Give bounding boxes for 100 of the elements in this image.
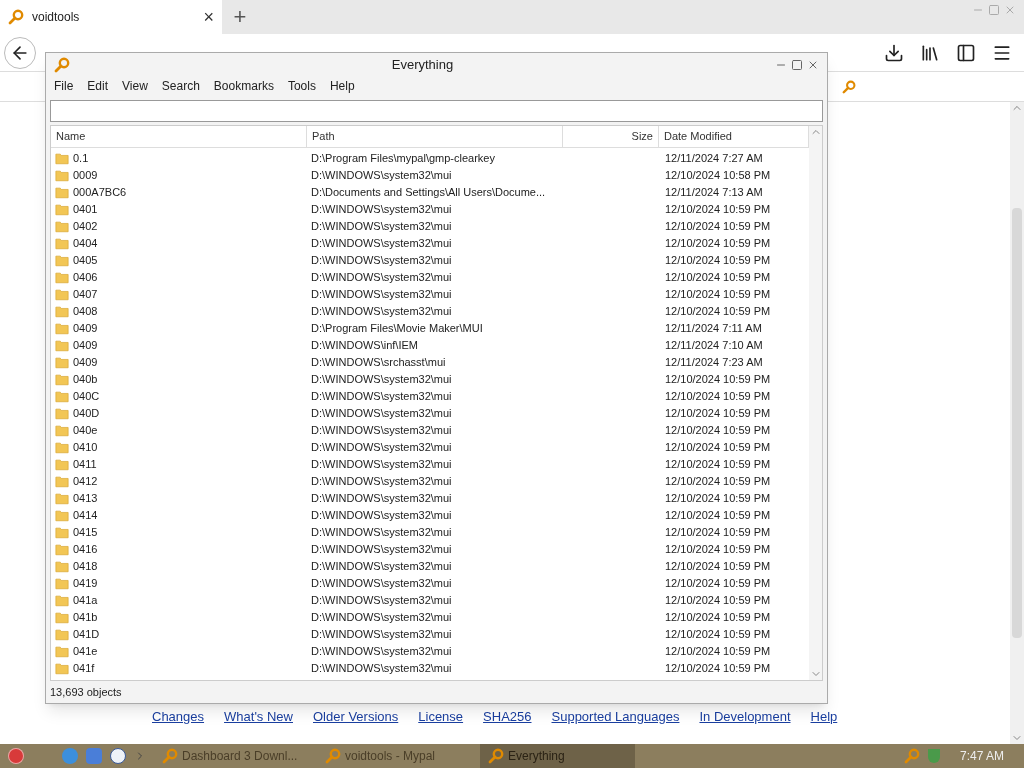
folder-icon <box>55 322 69 335</box>
folder-icon <box>55 152 69 165</box>
file-path: D:\WINDOWS\system32\mui <box>311 407 452 420</box>
file-path: D:\WINDOWS\system32\mui <box>311 526 452 539</box>
folder-icon <box>55 254 69 267</box>
date-modified: 12/10/2024 10:59 PM <box>665 203 771 216</box>
date-modified: 12/10/2024 10:59 PM <box>665 543 771 556</box>
file-path: D:\WINDOWS\system32\mui <box>311 560 452 573</box>
file-name: 0412 <box>73 474 98 490</box>
folder-icon <box>55 237 69 250</box>
date-modified: 12/10/2024 10:59 PM <box>665 373 771 386</box>
folder-icon <box>55 662 69 675</box>
footer-link[interactable]: What's New <box>224 706 293 726</box>
file-path: D:\Program Files\Movie Maker\MUI <box>311 322 483 335</box>
file-name: 0.1 <box>73 151 89 167</box>
restore-icon[interactable] <box>988 4 1000 16</box>
date-modified: 12/10/2024 10:59 PM <box>665 645 771 658</box>
footer-link[interactable]: Changes <box>152 706 205 726</box>
column-header[interactable]: Path <box>307 126 563 147</box>
folder-icon <box>55 475 69 488</box>
folder-icon <box>55 220 69 233</box>
file-path: D:\WINDOWS\system32\mui <box>311 373 452 386</box>
date-modified: 12/10/2024 10:59 PM <box>665 509 771 522</box>
file-path: D:\WINDOWS\system32\mui <box>311 611 452 624</box>
folder-icon <box>55 441 69 454</box>
list-scrollbar[interactable] <box>809 126 822 680</box>
maximize-icon[interactable] <box>791 59 803 71</box>
file-path: D:\WINDOWS\system32\mui <box>311 254 452 267</box>
file-name: 0411 <box>73 457 97 473</box>
file-path: D:\WINDOWS\system32\mui <box>311 645 452 658</box>
search-field[interactable] <box>50 100 823 122</box>
date-modified: 12/10/2024 10:59 PM <box>665 407 771 420</box>
shield-icon[interactable] <box>927 749 940 763</box>
file-path: D:\WINDOWS\system32\mui <box>311 475 452 488</box>
file-name: 041D <box>73 627 100 643</box>
footer-link[interactable]: In Development <box>699 706 791 726</box>
file-name: 040b <box>73 372 98 388</box>
file-path: D:\WINDOWS\inf\IEM <box>311 339 418 352</box>
footer-link[interactable]: License <box>418 706 464 726</box>
menu-item[interactable]: File <box>54 77 74 95</box>
file-name: 041b <box>73 610 98 626</box>
file-name: 041a <box>73 593 98 609</box>
menu-item[interactable]: Tools <box>287 77 316 95</box>
download-icon[interactable] <box>884 42 904 63</box>
column-header[interactable]: Size <box>563 126 659 147</box>
folder-icon <box>55 305 69 318</box>
footer-link[interactable]: SHA256 <box>483 706 532 726</box>
file-name: 0405 <box>73 253 98 269</box>
file-path: D:\WINDOWS\system32\mui <box>311 628 452 641</box>
date-modified: 12/10/2024 10:59 PM <box>665 628 771 641</box>
file-name: 000A7BC6 <box>73 185 127 201</box>
file-name: 0410 <box>73 440 98 456</box>
folder-icon <box>55 390 69 403</box>
folder-icon <box>55 492 69 505</box>
menu-item[interactable]: Bookmarks <box>213 77 274 95</box>
file-path: D:\WINDOWS\system32\mui <box>311 203 452 216</box>
file-path: D:\WINDOWS\system32\mui <box>311 543 452 556</box>
folder-icon <box>55 628 69 641</box>
menu-item[interactable]: Search <box>161 77 200 95</box>
menu-item[interactable]: Edit <box>87 77 109 95</box>
folder-icon <box>55 356 69 369</box>
folder-icon <box>55 373 69 386</box>
browser-tab[interactable]: voidtools × <box>0 0 222 34</box>
tray-icon <box>903 748 920 764</box>
folder-icon <box>55 577 69 590</box>
folder-icon <box>55 458 69 471</box>
file-name: 0407 <box>73 287 98 303</box>
file-path: D:\Program Files\mypal\gmp-clearkey <box>311 152 495 165</box>
folder-icon <box>55 288 69 301</box>
footer-link[interactable]: Older Versions <box>313 706 399 726</box>
new-tab-button[interactable]: + <box>222 0 258 34</box>
date-modified: 12/10/2024 10:59 PM <box>665 254 771 267</box>
folder-icon <box>55 271 69 284</box>
footer-link[interactable]: Supported Languages <box>551 706 680 726</box>
file-name: 0415 <box>73 525 98 541</box>
file-path: D:\WINDOWS\system32\mui <box>311 492 452 505</box>
column-header[interactable]: Name <box>51 126 307 147</box>
tab-close-button[interactable]: × <box>203 8 214 26</box>
clock: 7:47 AM <box>958 748 1005 765</box>
close-icon[interactable] <box>807 59 819 71</box>
folder-icon <box>55 526 69 539</box>
date-modified: 12/10/2024 10:59 PM <box>665 441 771 454</box>
file-path: D:\Documents and Settings\All Users\Docume... <box>311 186 546 199</box>
footer-link[interactable]: Help <box>810 706 838 726</box>
date-modified: 12/10/2024 10:59 PM <box>665 288 771 301</box>
date-modified: 12/10/2024 10:59 PM <box>665 662 771 675</box>
file-path: D:\WINDOWS\system32\mui <box>311 390 452 403</box>
menu-item[interactable]: Help <box>329 77 355 95</box>
date-modified: 12/11/2024 7:13 AM <box>665 186 763 199</box>
file-path: D:\WINDOWS\system32\mui <box>311 441 452 454</box>
menu-item[interactable]: View <box>122 77 148 95</box>
file-name: 040e <box>73 423 98 439</box>
folder-icon <box>55 424 69 437</box>
date-modified: 12/10/2024 10:59 PM <box>665 220 771 233</box>
file-name: 0009 <box>73 168 98 184</box>
sidebar-icon[interactable] <box>956 42 976 63</box>
file-path: D:\WINDOWS\system32\mui <box>311 305 452 318</box>
window-title: Everything <box>390 56 455 75</box>
file-path: D:\WINDOWS\system32\mui <box>311 662 452 675</box>
scrollbar[interactable] <box>1010 102 1024 744</box>
